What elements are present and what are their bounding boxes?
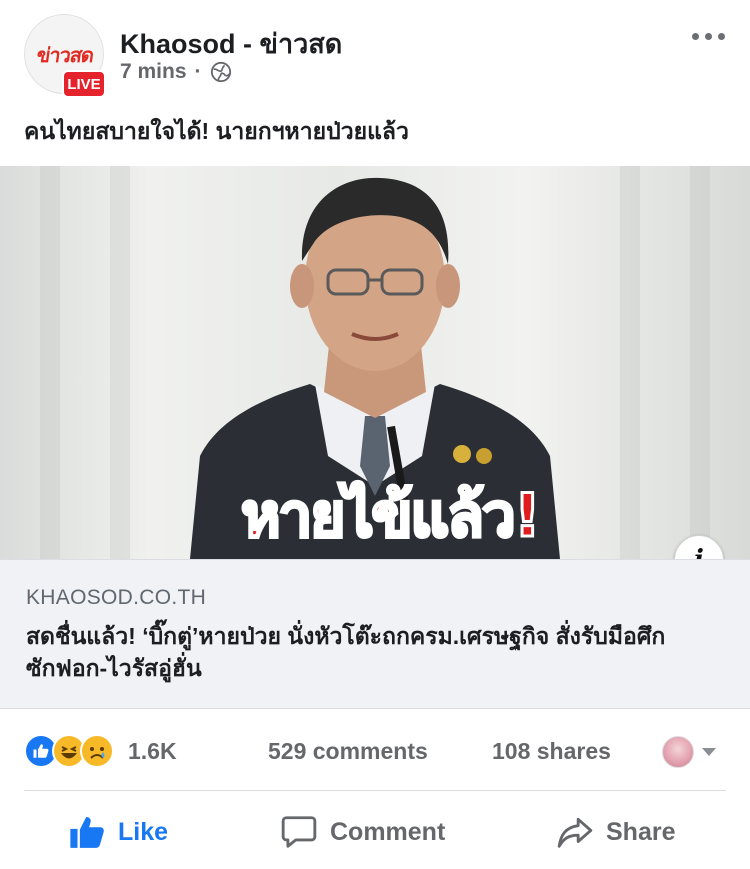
page-name[interactable]: Khaosod - ข่าวสด [120, 22, 342, 65]
chevron-down-icon[interactable] [702, 748, 716, 756]
post-header: ข่าวสด LIVE Khaosod - ข่าวสด 7 mins · [0, 0, 750, 110]
action-bar: Like Comment Share [0, 800, 750, 864]
comment-button[interactable]: Comment [280, 808, 445, 856]
sad-reaction-icon [80, 734, 114, 768]
share-icon [557, 817, 593, 848]
comment-icon [281, 816, 317, 848]
link-domain: KHAOSOD.CO.TH [26, 586, 207, 609]
post-meta: 7 mins · [120, 60, 232, 84]
more-icon[interactable] [690, 26, 726, 46]
link-title: สดชื่นแล้ว! ‘บิ๊กตู่’หายป่วย นั่งหัวโต๊ะ… [26, 623, 666, 681]
meta-separator: · [194, 60, 202, 83]
post-time[interactable]: 7 mins [120, 60, 187, 84]
thumbs-up-icon [70, 816, 104, 848]
like-button[interactable]: Like [68, 808, 168, 856]
divider [24, 790, 726, 791]
shares-count[interactable]: 108 shares [492, 738, 611, 765]
globe-icon [210, 61, 231, 83]
post-stats: 1.6K 529 comments 108 shares [0, 722, 750, 780]
avatar-logo: ข่าวสด [35, 43, 95, 67]
photo-overlay-text: หายไข้แล้ว! [239, 480, 542, 553]
post-photo[interactable]: หายไข้แล้ว! [0, 166, 750, 559]
comments-count[interactable]: 529 comments [268, 738, 428, 765]
like-label: Like [118, 817, 169, 846]
reactions-summary[interactable] [24, 734, 124, 770]
comment-label: Comment [330, 817, 446, 846]
share-label: Share [606, 817, 676, 846]
share-button[interactable]: Share [556, 808, 675, 856]
post-text: คนไทยสบายใจได้! นายกฯหายป่วยแล้ว [24, 118, 409, 144]
reaction-count[interactable]: 1.6K [128, 738, 177, 765]
live-badge: LIVE [62, 70, 106, 98]
link-preview[interactable]: KHAOSOD.CO.TH สดชื่นแล้ว! ‘บิ๊กตู่’หายป่… [0, 559, 750, 709]
viewer-avatar[interactable] [662, 736, 694, 768]
